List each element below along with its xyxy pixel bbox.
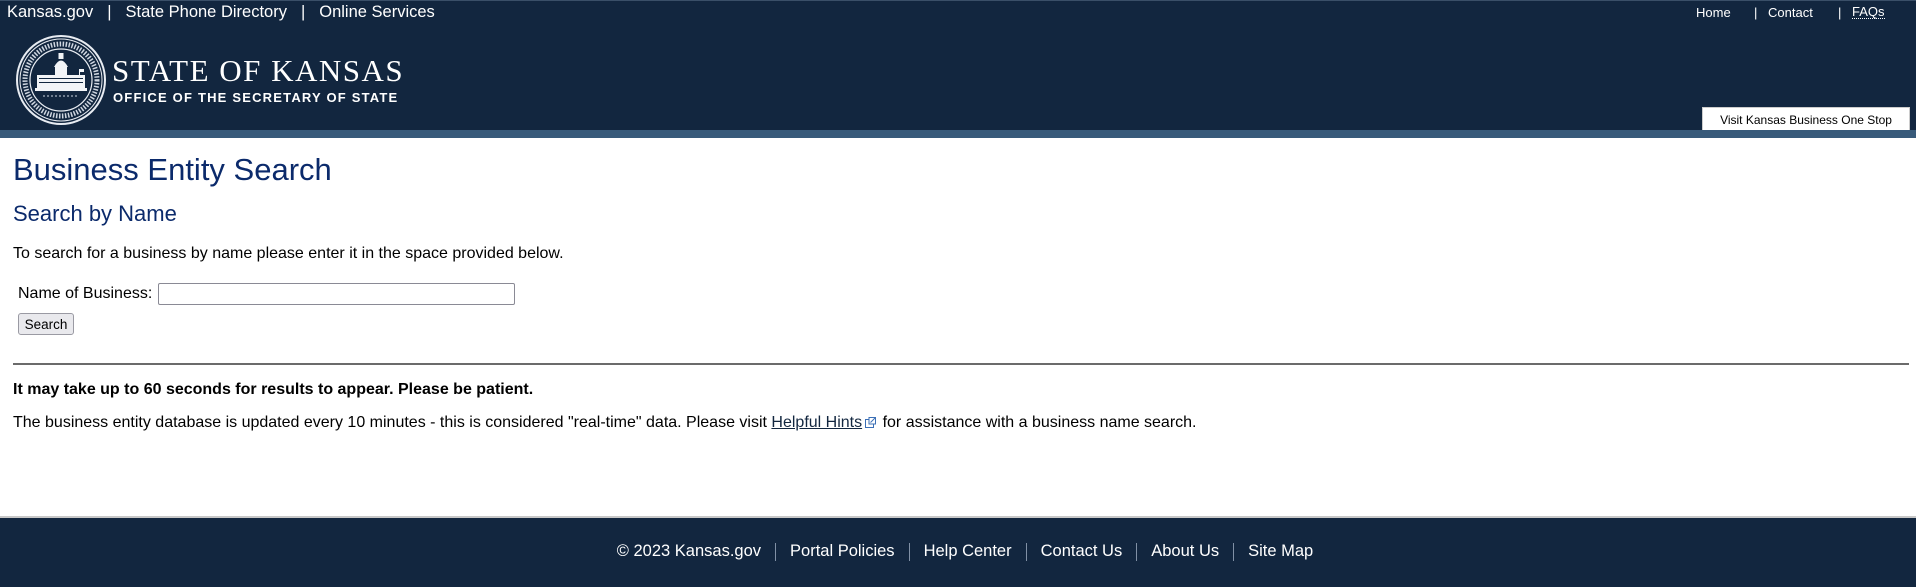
nav-online-services[interactable]: Online Services [319,3,435,22]
footer-copyright: © 2023 Kansas.gov [616,542,762,560]
site-footer: © 2023 Kansas.gov Portal Policies Help C… [0,518,1916,587]
footer-link-help-center[interactable]: Help Center [924,542,1012,561]
helpful-hints-link[interactable]: Helpful Hints [771,414,862,431]
page-title: Business Entity Search [13,152,332,187]
search-button[interactable]: Search [18,313,74,335]
site-header: Kansas.gov | State Phone Directory | Onl… [0,0,1916,131]
footer-separator [1025,542,1027,561]
nav-separator: | [1754,5,1758,20]
footer-separator [775,542,777,561]
footer-separator [908,542,910,561]
business-name-label: Name of Business: [18,285,153,302]
top-nav-left: Kansas.gov | State Phone Directory | Onl… [7,3,435,22]
nav-separator: | [300,3,306,21]
brand-title: STATE OF KANSAS [112,53,405,88]
intro-text: To search for a business by name please … [13,245,564,262]
nav-kansas-gov[interactable]: Kansas.gov [7,3,93,22]
info-text-before: The business entity database is updated … [13,414,772,431]
nav-state-phone-directory[interactable]: State Phone Directory [126,3,287,22]
nav-contact[interactable]: Contact [1768,5,1813,20]
nav-faqs[interactable]: FAQs [1852,5,1885,19]
section-title: Search by Name [13,201,177,226]
visit-business-one-stop-button[interactable]: Visit Kansas Business One Stop [1702,107,1910,131]
footer-link-portal-policies[interactable]: Portal Policies [790,542,895,561]
footer-separator [1233,542,1235,561]
header-band [0,130,1916,138]
nav-home[interactable]: Home [1696,5,1731,20]
external-link-icon[interactable] [865,417,877,428]
brand-subtitle: OFFICE OF THE SECRETARY OF STATE [113,90,399,105]
info-text-after: for assistance with a business name sear… [878,414,1197,431]
footer-link-site-map[interactable]: Site Map [1248,542,1313,561]
footer-links: © 2023 Kansas.gov Portal Policies Help C… [617,542,1313,561]
wait-notice: It may take up to 60 seconds for results… [13,381,534,398]
footer-link-about-us[interactable]: About Us [1151,542,1219,561]
business-name-input[interactable] [158,283,515,305]
database-info: The business entity database is updated … [13,414,1197,432]
footer-separator [1136,542,1138,561]
nav-separator: | [107,3,112,21]
nav-separator: | [1838,5,1842,20]
footer-link-contact-us[interactable]: Contact Us [1041,542,1123,561]
divider [13,363,1909,365]
secretary-of-state-seal-icon[interactable] [15,34,107,126]
